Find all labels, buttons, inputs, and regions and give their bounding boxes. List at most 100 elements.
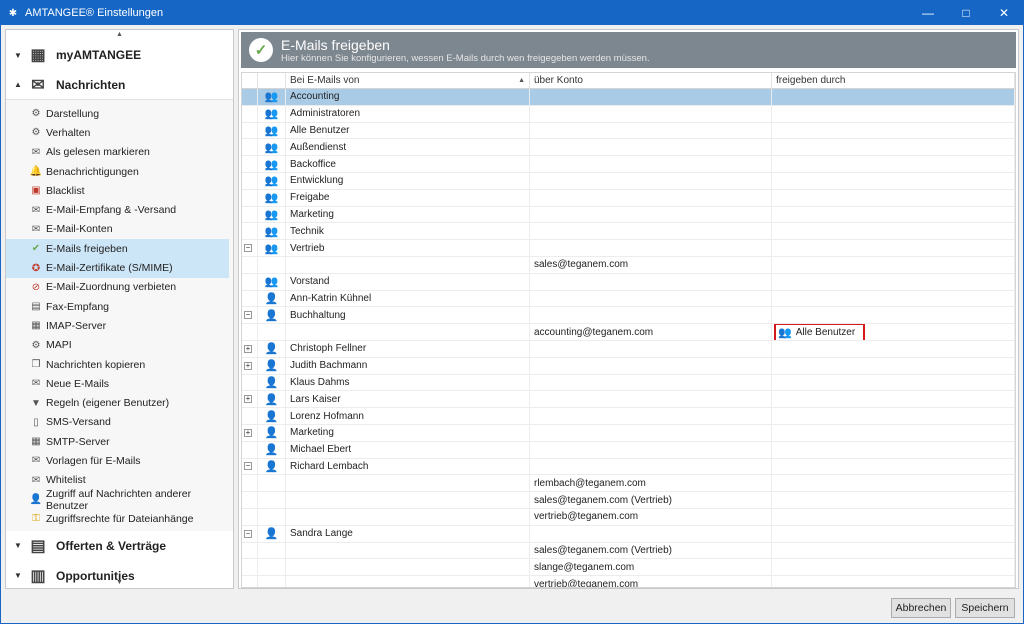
column-header-account[interactable]: über Konto bbox=[530, 73, 772, 88]
expand-icon[interactable]: + bbox=[244, 428, 252, 437]
collapse-icon[interactable]: − bbox=[244, 462, 252, 471]
cell-account bbox=[530, 139, 772, 156]
table-row[interactable]: − 👤 Richard Lembach bbox=[242, 458, 1015, 476]
user-icon: 👤 bbox=[264, 309, 279, 322]
table-row[interactable]: rlembach@teganem.com bbox=[242, 475, 1015, 493]
sidebar-item[interactable]: ▤ Fax-Empfang bbox=[6, 297, 229, 316]
sidebar-item[interactable]: ✉ Als gelesen markieren bbox=[6, 143, 229, 162]
table-row[interactable]: + 👤 Christoph Fellner bbox=[242, 340, 1015, 358]
table-row[interactable]: sales@teganem.com bbox=[242, 256, 1015, 274]
section-offerten[interactable]: ▼ ▤ Offerten & Verträge bbox=[6, 531, 233, 561]
table-row[interactable]: vertrieb@teganem.com bbox=[242, 576, 1015, 587]
cell-account: vertrieb@teganem.com bbox=[530, 508, 772, 525]
sidebar-item[interactable]: ▣ Blacklist bbox=[6, 181, 229, 200]
sidebar-item[interactable]: ⊘ E-Mail-Zuordnung verbieten bbox=[6, 278, 229, 297]
mail-send-icon: ✉ bbox=[31, 204, 41, 216]
certificate-icon: ✪ bbox=[31, 262, 41, 274]
column-header-from[interactable]: Bei E-Mails von ▲ bbox=[286, 73, 530, 88]
sidebar-item[interactable]: ✉ Neue E-Mails bbox=[6, 374, 229, 393]
cell-account: sales@teganem.com (Vertrieb) bbox=[530, 542, 772, 559]
section-myamtangee[interactable]: ▼ ▦ myAMTANGEE bbox=[6, 40, 233, 70]
sidebar-item[interactable]: ⚙ Darstellung bbox=[6, 104, 229, 123]
section-nachrichten[interactable]: ▲ ✉ Nachrichten bbox=[6, 70, 233, 100]
table-row[interactable]: 👥 Administratoren bbox=[242, 105, 1015, 123]
collapse-icon[interactable]: − bbox=[244, 244, 252, 253]
expand-icon[interactable]: + bbox=[244, 395, 252, 404]
sidebar-item[interactable]: 🔔 Benachrichtigungen bbox=[6, 162, 229, 181]
cell-account: accounting@teganem.com bbox=[530, 324, 772, 340]
cell-from: Außendienst bbox=[286, 139, 530, 156]
collapse-icon[interactable]: − bbox=[244, 529, 252, 538]
filter-icon: ▼ bbox=[31, 397, 41, 409]
table-row[interactable]: sales@teganem.com (Vertrieb) bbox=[242, 492, 1015, 509]
row-expander-cell bbox=[242, 223, 258, 240]
cell-account bbox=[530, 340, 772, 357]
table-row[interactable]: 👥 Außendienst bbox=[242, 139, 1015, 157]
row-expander-cell bbox=[242, 408, 258, 424]
cell-approved-by bbox=[772, 475, 1015, 492]
table-row[interactable]: 👤 Ann-Katrin Kühnel bbox=[242, 290, 1015, 308]
minimize-button[interactable]: — bbox=[909, 1, 947, 25]
approver-highlight[interactable]: 👥 Alle Benutzer bbox=[774, 324, 866, 340]
cell-approved-by bbox=[772, 273, 1015, 290]
cell-approved-by bbox=[772, 223, 1015, 240]
group-icon: 👥 bbox=[264, 175, 279, 188]
table-row[interactable]: − 👥 Vertrieb bbox=[242, 240, 1015, 257]
column-header-approved-by[interactable]: freigeben durch bbox=[772, 73, 1015, 88]
table-row[interactable]: + 👤 Marketing bbox=[242, 424, 1015, 442]
sidebar-item[interactable]: ✪ E-Mail-Zertifikate (S/MIME) bbox=[6, 258, 229, 278]
table-row[interactable]: 👤 Lorenz Hofmann bbox=[242, 408, 1015, 425]
sidebar-item[interactable]: 👤 Zugriff auf Nachrichten anderer Benutze… bbox=[6, 488, 229, 512]
sidebar-item[interactable]: ⚙ MAPI bbox=[6, 336, 229, 355]
user-icon: 👤 bbox=[264, 292, 279, 305]
sidebar-item[interactable]: ▦ IMAP-Server bbox=[6, 316, 229, 335]
sidebar-item[interactable]: ▯ SMS-Versand bbox=[6, 413, 229, 432]
expand-icon[interactable]: + bbox=[244, 361, 252, 370]
table-row[interactable]: − 👤 Sandra Lange bbox=[242, 525, 1015, 543]
expand-icon[interactable]: + bbox=[244, 344, 252, 353]
row-icon-cell: 👤 bbox=[258, 374, 286, 391]
table-row[interactable]: sales@teganem.com (Vertrieb) bbox=[242, 542, 1015, 560]
table-row[interactable]: 👤 Michael Ebert bbox=[242, 441, 1015, 459]
maximize-button[interactable]: □ bbox=[947, 1, 985, 25]
table-row[interactable]: + 👤 Judith Bachmann bbox=[242, 357, 1015, 375]
settings-window: ✱ AMTANGEE® Einstellungen — □ ✕ ▲ ▼ ▦ my… bbox=[0, 0, 1024, 624]
table-row[interactable]: 👤 Klaus Dahms bbox=[242, 374, 1015, 392]
table-row[interactable]: 👥 Backoffice bbox=[242, 156, 1015, 173]
table-row[interactable]: 👥 Marketing bbox=[242, 206, 1015, 224]
table-row[interactable]: accounting@teganem.com 👥 Alle Benutzer bbox=[242, 324, 1015, 341]
table-row[interactable]: 👥 Accounting bbox=[242, 89, 1015, 106]
table-row[interactable]: 👥 Technik bbox=[242, 223, 1015, 241]
sidebar-scroll-down-icon[interactable]: ▼ bbox=[6, 578, 233, 588]
sidebar-item[interactable]: ▦ SMTP-Server bbox=[6, 432, 229, 451]
table-row[interactable]: 👥 Alle Benutzer bbox=[242, 122, 1015, 140]
close-button[interactable]: ✕ bbox=[985, 1, 1023, 25]
row-expander-cell bbox=[242, 374, 258, 391]
sidebar-item[interactable]: ❐ Nachrichten kopieren bbox=[6, 355, 229, 374]
sidebar-item[interactable]: ✔ E-Mails freigeben bbox=[6, 239, 229, 259]
row-icon-cell bbox=[258, 576, 286, 587]
table-row[interactable]: 👥 Entwicklung bbox=[242, 172, 1015, 190]
mail-account-icon: ✉ bbox=[31, 223, 41, 235]
sidebar-item[interactable]: ⚙ Verhalten bbox=[6, 123, 229, 142]
cell-approved-by bbox=[772, 458, 1015, 475]
table-row[interactable]: 👥 Vorstand bbox=[242, 273, 1015, 291]
collapse-icon[interactable]: − bbox=[244, 311, 252, 320]
table-row[interactable]: slange@teganem.com bbox=[242, 559, 1015, 577]
sidebar-item[interactable]: ▼ Regeln (eigener Benutzer) bbox=[6, 393, 229, 412]
sidebar-item[interactable]: ✉ Vorlagen für E-Mails bbox=[6, 451, 229, 470]
table-row[interactable]: + 👤 Lars Kaiser bbox=[242, 391, 1015, 409]
save-button[interactable]: Speichern bbox=[955, 598, 1015, 618]
cell-approved-by bbox=[772, 307, 1015, 324]
table-row[interactable]: − 👤 Buchhaltung bbox=[242, 307, 1015, 325]
sidebar-item[interactable]: ✉ E-Mail-Konten bbox=[6, 220, 229, 239]
table-row[interactable]: 👥 Freigabe bbox=[242, 189, 1015, 207]
cancel-button[interactable]: Abbrechen bbox=[891, 598, 951, 618]
table-row[interactable]: vertrieb@teganem.com bbox=[242, 508, 1015, 526]
row-expander-cell: − bbox=[242, 307, 258, 324]
sidebar-scroll-up-icon[interactable]: ▲ bbox=[6, 30, 233, 40]
column-header-label: über Konto bbox=[534, 75, 583, 86]
cell-approved-by bbox=[772, 559, 1015, 576]
sidebar-item[interactable]: ✉ E-Mail-Empfang & -Versand bbox=[6, 200, 229, 219]
sidebar-item[interactable]: ⚿ Zugriffsrechte für Dateianhänge bbox=[6, 509, 229, 528]
